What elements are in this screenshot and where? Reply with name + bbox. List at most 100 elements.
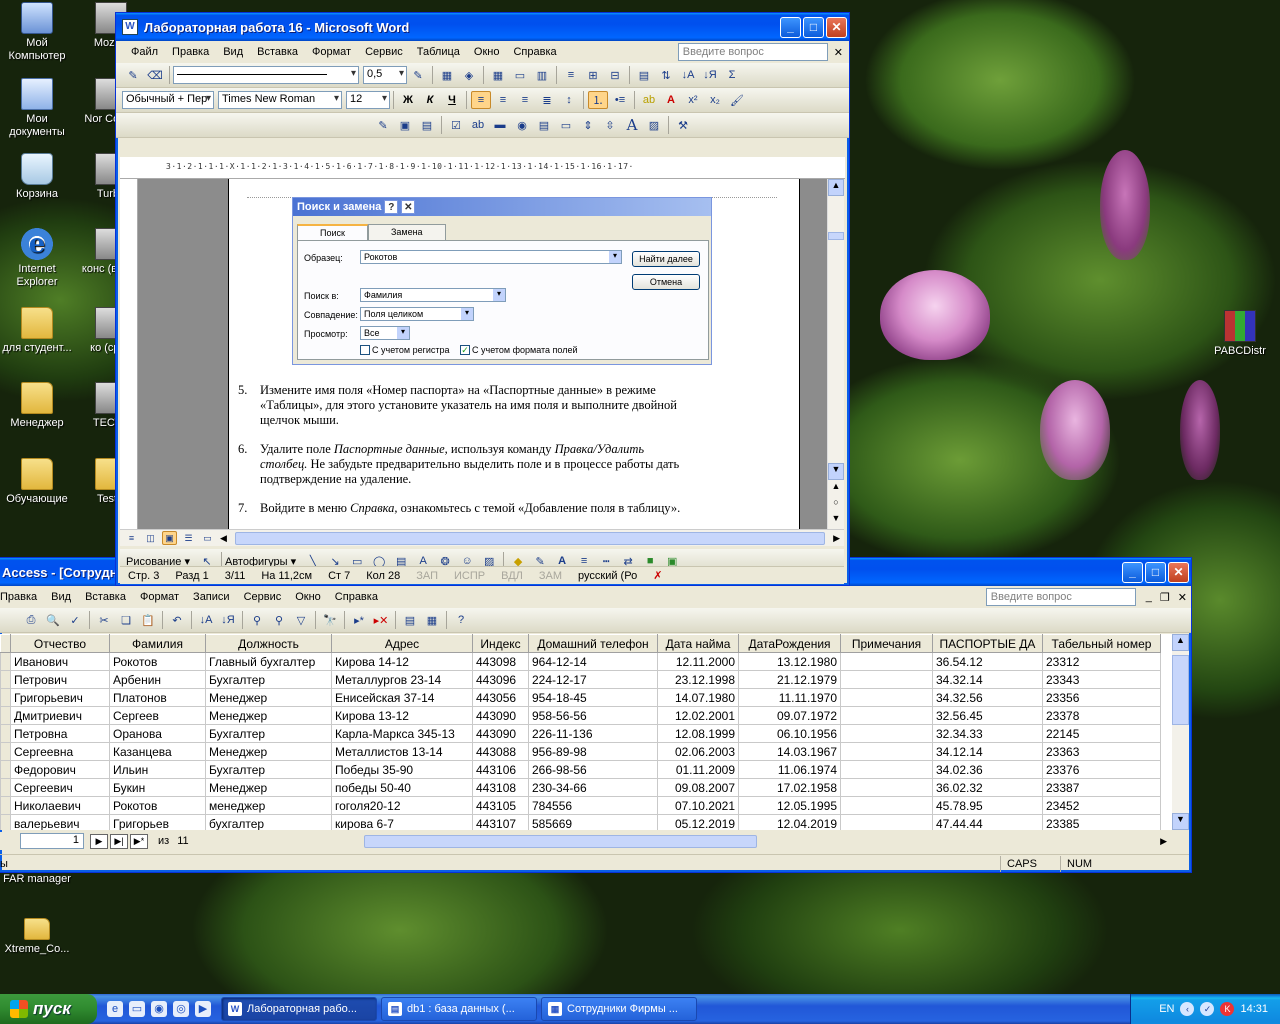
close-button[interactable]: ✕ [1168,561,1189,583]
table-cell[interactable]: 585669 [528,814,658,830]
media-icon[interactable]: ◉ [151,1001,167,1017]
table-cell[interactable]: 47.44.44 [932,814,1043,830]
table-cell[interactable]: 443098 [472,652,529,671]
menu-format[interactable]: Формат [133,591,186,603]
table-cell[interactable]: 06.10.1956 [738,724,841,743]
line-weight-select[interactable]: 0,5 [363,66,407,84]
shading-icon[interactable]: ◈ [459,66,479,84]
row-selector[interactable] [0,688,11,707]
minimize-button[interactable]: _ [1122,561,1143,583]
table-cell[interactable]: 36.02.32 [932,778,1043,797]
document-horizontal-scrollbar[interactable]: ≡ ◫ ▣ ☰ ▭ ◀ ▶ [120,529,844,546]
table-cell[interactable]: Менеджер [205,778,332,797]
menu-tools[interactable]: Сервис [358,46,410,58]
tray-arrow-icon[interactable]: ‹ [1180,1002,1195,1016]
new-object-icon[interactable]: ▦ [422,611,442,629]
row-selector[interactable] [0,724,11,743]
normal-view-icon[interactable]: ≡ [124,531,139,545]
start-button[interactable]: пуск [0,994,97,1024]
last-record-button[interactable]: ▶| [110,833,128,849]
column-header[interactable]: Должность [205,634,332,653]
find-icon[interactable]: 🔭 [320,611,340,629]
menu-insert[interactable]: Вставка [78,591,133,603]
table-cell[interactable]: 958-56-56 [528,706,658,725]
filter-by-form-icon[interactable]: ⚲ [269,611,289,629]
table-cell[interactable]: Дмитриевич [10,706,110,725]
design-mode-icon[interactable]: ⚒ [673,116,693,134]
ask-question-input[interactable]: Введите вопрос [985,588,1136,606]
subscript-icon[interactable]: x₂ [705,91,725,109]
table-cell[interactable]: 443106 [472,760,529,779]
table-cell[interactable]: 34.02.36 [932,760,1043,779]
status-trk[interactable]: ИСПР [446,570,493,582]
menu-file[interactable]: Файл [124,46,165,58]
column-header[interactable]: Домашний телефон [528,634,658,653]
table-cell[interactable]: Федорович [10,760,110,779]
apply-filter-icon[interactable]: ▽ [291,611,311,629]
list-field-icon[interactable]: ▤ [534,116,554,134]
table-cell[interactable]: кирова 6-7 [331,814,473,830]
table-cell[interactable]: Платонов [109,688,206,707]
table-cell[interactable]: Рокотов [109,652,206,671]
table-cell[interactable]: Кирова 13-12 [331,706,473,725]
table-cell[interactable]: 23376 [1042,760,1161,779]
scroll-icon[interactable]: ⇳ [600,116,620,134]
table-cell[interactable]: Металлистов 13-14 [331,742,473,761]
table-cell[interactable]: Рокотов [109,796,206,815]
player-icon[interactable]: ▶ [195,1001,211,1017]
table-cell[interactable]: 12.02.2001 [657,706,739,725]
column-header[interactable]: Табельный номер [1042,634,1161,653]
table-cell[interactable]: 23363 [1042,742,1161,761]
menu-window[interactable]: Окно [288,591,328,603]
antivirus-icon[interactable]: K [1220,1002,1235,1016]
table-cell[interactable]: Металлургов 23-14 [331,670,473,689]
align-left-icon[interactable]: ≡ [471,91,491,109]
list-item-6[interactable]: 6. Удалите поле Паспортные данные, испол… [238,442,700,487]
table-cell[interactable]: 443108 [472,778,529,797]
explorer-icon[interactable]: ▭ [129,1001,145,1017]
language-indicator[interactable]: EN [1159,1003,1174,1015]
table-cell[interactable]: 226-11-136 [528,724,658,743]
sort-asc-icon[interactable]: ↓A [678,66,698,84]
row-selector-header[interactable] [0,634,11,653]
checkbox-field-icon[interactable]: ☑ [446,116,466,134]
table-cell[interactable]: 17.02.1958 [738,778,841,797]
table-cell[interactable]: победы 50-40 [331,778,473,797]
spin-icon[interactable]: ⇕ [578,116,598,134]
table-cell[interactable]: 02.06.2003 [657,742,739,761]
table-cell[interactable]: 12.08.1999 [657,724,739,743]
delete-record-icon[interactable]: ▸✕ [371,611,391,629]
column-header[interactable]: Адрес [331,634,473,653]
table-cell[interactable]: 09.07.1972 [738,706,841,725]
table-cell[interactable]: 34.12.14 [932,742,1043,761]
status-ext[interactable]: ВДЛ [493,570,531,582]
table-cell[interactable]: Григорьев [109,814,206,830]
document-area[interactable]: Поиск и замена ? ✕ Поиск Замена Образец:… [120,179,827,529]
ask-question-input[interactable]: Введите вопрос [677,43,828,61]
italic-icon[interactable]: К [420,91,440,109]
document-vertical-scrollbar[interactable]: ▲ ▼ ▲ ○ ▼ [827,179,844,529]
current-record-input[interactable]: 1 [20,833,84,849]
table-row[interactable]: Сергеевна Казанцева Менеджер Металлистов 13… [0,742,1161,761]
spelling-status-icon[interactable]: ✗ [645,569,670,582]
distribute-cols-icon[interactable]: ⊟ [605,66,625,84]
superscript-icon[interactable]: x² [683,91,703,109]
justify-icon[interactable]: ≣ [537,91,557,109]
outlook-icon[interactable]: ◎ [173,1001,189,1017]
sort-descending-icon[interactable]: ↓Я [218,611,238,629]
sort-ascending-icon[interactable]: ↓A [196,611,216,629]
table-cell[interactable] [840,778,933,797]
combo-field-icon[interactable]: ▬ [490,116,510,134]
horizontal-scroll-thumb[interactable] [234,531,825,545]
table-cell[interactable]: 32.34.33 [932,724,1043,743]
table-cell[interactable]: Карла-Маркса 345-13 [331,724,473,743]
web-view-icon[interactable]: ◫ [143,531,158,545]
table-cell[interactable]: 12.11.2000 [657,652,739,671]
autosum-icon[interactable]: Σ [722,66,742,84]
border-color-icon[interactable]: ✎ [408,66,428,84]
list-item-7[interactable]: 7. Войдите в меню Справка, ознакомьтесь … [238,501,700,516]
table-cell[interactable]: Букин [109,778,206,797]
datasheet-vertical-scrollbar[interactable]: ▲ ▼ [1172,634,1189,830]
mdi-close-button[interactable]: ✕ [1174,591,1191,604]
table-cell[interactable]: 964-12-14 [528,652,658,671]
